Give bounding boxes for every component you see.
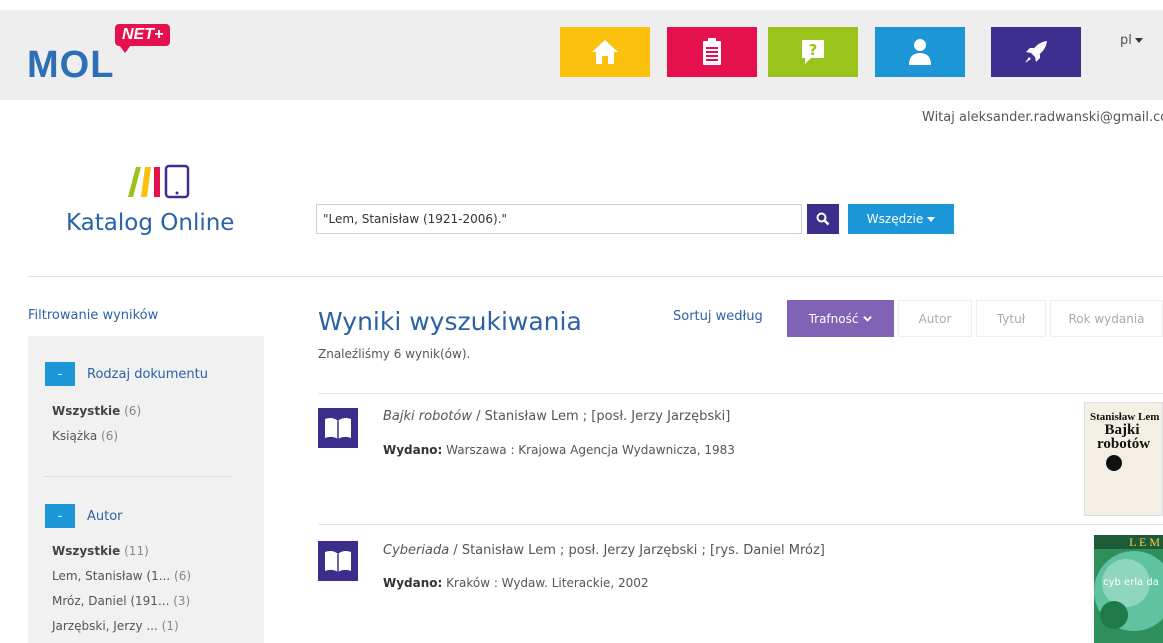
welcome-text: Witaj aleksander.radwanski@gmail.com: [922, 110, 1163, 125]
book-icon: [318, 541, 358, 581]
cover-artwork: L E M cyb erla da: [1094, 535, 1163, 643]
facet-item-label: Jarzębski, Jerzy ...: [52, 619, 158, 633]
cover-title: Bajki robotów: [1097, 422, 1151, 452]
sort-title-button[interactable]: Tytuł: [976, 300, 1046, 337]
result-divider: [318, 524, 1163, 525]
sort-option-label: Rok wydania: [1068, 311, 1145, 326]
result-published: Wydano: Warszawa : Krajowa Agencja Wydaw…: [383, 443, 735, 457]
cover-author: L E M: [1129, 535, 1160, 549]
results-title: Wyniki wyszukiwania: [318, 307, 582, 336]
result-title: Bajki robotów: [383, 409, 472, 424]
facet-item[interactable]: Jarzębski, Jerzy ... (1): [52, 619, 179, 633]
published-label: Wydano:: [383, 576, 443, 590]
caret-down-icon: [927, 216, 936, 222]
book-icon: [318, 408, 358, 448]
sort-label: Sortuj według: [673, 309, 763, 324]
result-title-link[interactable]: Cyberiada / Stanisław Lem ; posł. Jerzy …: [383, 543, 825, 558]
question-icon: ?: [802, 40, 824, 64]
search-icon: [816, 212, 830, 226]
facet-item-count: (6): [101, 429, 119, 443]
svg-text:?: ?: [809, 41, 818, 59]
facet-item-label: Wszystkie: [52, 404, 121, 418]
book-cover-image[interactable]: Stanisław Lem Bajki robotów: [1084, 402, 1163, 516]
sort-author-button[interactable]: Autor: [898, 300, 972, 337]
sort-option-label: Tytuł: [996, 311, 1026, 326]
sort-option-label: Autor: [918, 311, 952, 326]
published-value: Warszawa : Krajowa Agencja Wydawnicza, 1…: [446, 443, 735, 457]
top-bar: MOL NET+ ? pl: [0, 10, 1163, 100]
facet-item[interactable]: Książka (6): [52, 429, 118, 443]
search-scope-dropdown[interactable]: Wszędzie: [848, 204, 954, 234]
sort-option-label: Trafność: [808, 311, 859, 326]
result-responsibility: / Stanisław Lem ; [posł. Jerzy Jarzębski…: [471, 409, 731, 424]
result-divider: [318, 393, 1163, 394]
facet-item[interactable]: Wszystkie (11): [52, 544, 149, 558]
rocket-icon: [1025, 41, 1047, 63]
nav-clipboard-button[interactable]: [667, 27, 757, 77]
cover-graphic: [1106, 455, 1122, 471]
sort-year-button[interactable]: Rok wydania: [1050, 300, 1163, 337]
nav-account-button[interactable]: [875, 27, 965, 77]
collapse-toggle-button[interactable]: -: [45, 362, 75, 386]
facet-item-count: (6): [174, 569, 192, 583]
result-published: Wydano: Kraków : Wydaw. Literackie, 2002: [383, 576, 649, 590]
logo-badge: NET+: [115, 24, 171, 53]
facet-item-count: (3): [173, 594, 191, 608]
nav-launch-button[interactable]: [991, 27, 1081, 77]
result-title: Cyberiada: [383, 543, 450, 558]
search-scope-label: Wszędzie: [866, 212, 924, 226]
logo-text: MOL: [27, 44, 115, 86]
facet-label[interactable]: Rodzaj dokumentu: [87, 367, 208, 382]
collapse-toggle-button[interactable]: -: [45, 504, 75, 528]
published-value: Kraków : Wydaw. Literackie, 2002: [446, 576, 649, 590]
language-selector[interactable]: pl: [1120, 33, 1143, 48]
facet-item-count: (6): [124, 404, 142, 418]
facet-label[interactable]: Autor: [87, 509, 123, 524]
facet-item-label: Książka: [52, 429, 98, 443]
facet-divider: [44, 476, 232, 477]
book-cover-image[interactable]: L E M cyb erla da: [1094, 535, 1163, 643]
mol-net-logo[interactable]: MOL NET+: [24, 18, 184, 88]
user-icon: [909, 39, 931, 65]
result-responsibility: / Stanisław Lem ; posł. Jerzy Jarzębski …: [449, 543, 825, 558]
results-count: Znaleźliśmy 6 wynik(ów).: [318, 347, 471, 361]
facet-item[interactable]: Wszystkie (6): [52, 404, 141, 418]
cover-title: cyb erla da: [1103, 577, 1159, 588]
clipboard-icon: [703, 38, 721, 65]
facet-item-count: (1): [161, 619, 179, 633]
sort-relevance-button[interactable]: Trafność: [787, 300, 894, 337]
search-input[interactable]: [316, 204, 802, 234]
search-button[interactable]: [807, 204, 839, 234]
filter-sidebar: - Rodzaj dokumentu Wszystkie (6) Książka…: [28, 336, 264, 643]
facet-item[interactable]: Mróz, Daniel (191... (3): [52, 594, 190, 608]
catalog-logo-icon: [128, 164, 190, 199]
facet-item-label: Lem, Stanisław (1...: [52, 569, 171, 583]
header-divider: [28, 276, 1163, 277]
chevron-down-icon: [863, 315, 873, 322]
facet-header-document-type: - Rodzaj dokumentu: [45, 362, 208, 386]
published-label: Wydano:: [383, 443, 443, 457]
facet-item-label: Mróz, Daniel (191...: [52, 594, 170, 608]
home-icon: [592, 40, 618, 64]
facet-item-label: Wszystkie: [52, 544, 121, 558]
facet-item-count: (11): [124, 544, 149, 558]
nav-home-button[interactable]: [560, 27, 650, 77]
result-title-link[interactable]: Bajki robotów / Stanisław Lem ; [posł. J…: [383, 409, 730, 424]
filter-title: Filtrowanie wyników: [28, 308, 159, 323]
nav-help-button[interactable]: ?: [768, 27, 858, 77]
facet-item[interactable]: Lem, Stanisław (1... (6): [52, 569, 191, 583]
facet-header-author: - Autor: [45, 504, 123, 528]
catalog-title: Katalog Online: [66, 210, 235, 236]
